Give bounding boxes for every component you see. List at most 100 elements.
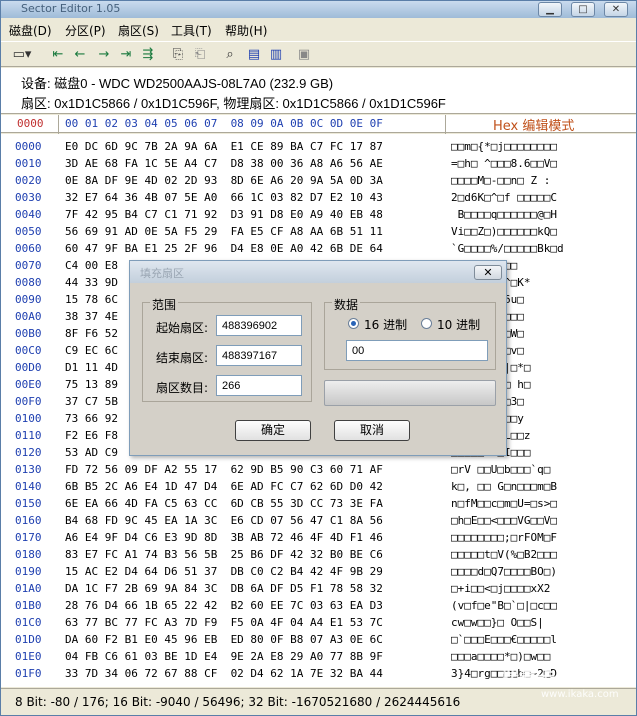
ascii-row[interactable]: =□h□ ^□□□8.6□□V□ [451,155,564,172]
radio-hex[interactable] [348,318,359,329]
ascii-row[interactable]: □`□□□E□□□€□□□□□l [451,631,564,648]
offset-row: 01B0 [15,599,42,612]
hex-row[interactable]: FD 72 56 09 DF A2 55 17 62 9D B5 90 C3 6… [65,461,383,478]
menu-tools[interactable]: 工具(T) [171,22,212,39]
device-info: 设备: 磁盘0 - WDC WD2500AAJS-08L7A0 (232.9 G… [1,68,636,114]
offset-row: 0190 [15,565,42,578]
copy-icon[interactable]: ⎘ [169,46,187,64]
header-mode: Hex 编辑模式 [493,119,575,134]
ascii-row[interactable]: □□□□□t□V(%□B2□□□ [451,546,564,563]
offset-row: 00B0 [15,327,42,340]
offset-row: 0110 [15,429,42,442]
dialog-title-bar: 填充扇区 ✕ [130,261,506,283]
hex-row[interactable]: 32 E7 64 36 4B 07 5E A0 66 1C 03 82 D7 E… [65,189,383,206]
first-icon[interactable]: ⇤ [49,46,67,64]
start-sector-input[interactable]: 488396902 [216,315,302,336]
ascii-row[interactable]: □+i□□<□j□□□□xX2 [451,580,564,597]
ascii-row[interactable]: Vi□□Z□)□□□□□□kQ□ [451,223,564,240]
toolbar: ▭▾ ⇤ ← → ⇥ ⇶ ⎘ ⎗ ⌕ ▤ ▥ ▣ [1,41,636,67]
sector-count-input[interactable]: 266 [216,375,302,396]
ascii-row[interactable]: □□□□M□-□□n□ Z : [451,172,564,189]
hex-row[interactable]: 33 7D 34 06 72 67 88 CF 02 D4 62 1A 7E 3… [65,665,383,682]
offset-row: 0030 [15,191,42,204]
offset-row: 0000 [15,140,42,153]
export-icon[interactable]: ▥ [267,46,285,64]
ascii-row[interactable]: □h□E□□<□□□VG□□V□ [451,512,564,529]
ascii-row[interactable]: k□, □□ G□n□□□m□B [451,478,564,495]
ascii-row[interactable]: □□□□d□Q7□□□□BO□) [451,563,564,580]
offset-row: 0090 [15,293,42,306]
hex-row[interactable]: 63 77 BC 77 FC A3 7D F9 F5 0A 4F 04 A4 E… [65,614,383,631]
menu-sector[interactable]: 扇区(S) [118,22,159,39]
hex-row[interactable]: 04 FB C6 61 03 BE 1D E4 9E 2A E8 29 A0 7… [65,648,383,665]
title-bar: Sector Editor 1.05 ▁ □ ✕ [1,1,636,18]
hex-row[interactable]: B4 68 FD 9C 45 EA 1A 3C E6 CD 07 56 47 C… [65,512,383,529]
start-sector-label: 起始扇区: [156,321,209,335]
menu-bar: 磁盘(D) 分区(P) 扇区(S) 工具(T) 帮助(H) [1,19,636,39]
hex-row[interactable]: 60 47 9F BA E1 25 2F 96 D4 E8 0E A0 42 6… [65,240,383,257]
menu-disk[interactable]: 磁盘(D) [9,22,52,39]
offset-row: 0140 [15,480,42,493]
hex-row[interactable]: 6E EA 66 4D FA C5 63 CC 6D CB 55 3D CC 7… [65,495,383,512]
ascii-row[interactable]: 2□d6K□^□f □□□□□C [451,189,564,206]
offset-row: 00E0 [15,378,42,391]
drive-icon[interactable]: ▭▾ [7,46,37,64]
ascii-row[interactable]: □□m□{*□j□□□□□□□□ [451,138,564,155]
sector-line: 扇区: 0x1D1C5866 / 0x1D1C596F, 物理扇区: 0x1D1… [21,96,446,111]
hex-row[interactable]: E0 DC 6D 9C 7B 2A 9A 6A E1 CE 89 BA C7 F… [65,138,383,155]
end-sector-input[interactable]: 488397167 [216,345,302,366]
menu-help[interactable]: 帮助(H) [225,22,267,39]
offset-row: 00C0 [15,344,42,357]
ascii-row[interactable]: cw□w□□}□ O□□S| [451,614,564,631]
hex-row[interactable]: DA 1C F7 2B 69 9A 84 3C DB 6A DF D5 F1 7… [65,580,383,597]
hex-row[interactable]: 6B B5 2C A6 E4 1D 47 D4 6E AD FC C7 62 6… [65,478,383,495]
prev-icon[interactable]: ← [71,46,89,64]
save-icon[interactable]: ▣ [295,46,313,64]
maximize-button[interactable]: □ [571,2,595,17]
offset-row: 0170 [15,531,42,544]
hex-header: 0000 00 01 02 03 04 05 06 07 08 09 0A 0B… [1,115,636,134]
dialog-title: 填充扇区 [140,267,184,280]
next-icon[interactable]: → [95,46,113,64]
fill-icon[interactable]: ▤ [245,46,263,64]
ascii-row[interactable]: `G□□□□%/□□□□□Bk□d [451,240,564,257]
search-icon[interactable]: ⌕ [221,46,239,64]
offset-column: 0000 0010 0020 0030 0040 0050 0060 0070 0080 0090… [15,138,42,682]
offset-row: 0070 [15,259,42,272]
hex-row[interactable]: 0E 8A DF 9E 4D 02 2D 93 8D 6E A6 20 9A 5… [65,172,383,189]
paste-icon[interactable]: ⎗ [191,46,209,64]
offset-row: 0010 [15,157,42,170]
hex-row[interactable]: 83 E7 FC A1 74 B3 56 5B 25 B6 DF 42 32 B… [65,546,383,563]
offset-row: 0060 [15,242,42,255]
hex-row[interactable]: 56 69 91 AD 0E 5A F5 29 FA E5 CF A8 AA 6… [65,223,383,240]
ascii-row[interactable]: n□fM□□c□m□U=□s>□ [451,495,564,512]
goto-icon[interactable]: ⇶ [139,46,157,64]
ok-button[interactable]: 确定 [235,420,311,441]
offset-row: 0120 [15,446,42,459]
ascii-row[interactable]: □□□□□□□□;□rFOM□F [451,529,564,546]
radio-dec[interactable] [421,318,432,329]
offset-row: 0150 [15,497,42,510]
ascii-row[interactable]: □□□a□□□□*□)□w□□ [451,648,564,665]
header-columns: 00 01 02 03 04 05 06 07 08 09 0A 0B 0C 0… [65,117,383,130]
ascii-row[interactable]: (v□f□e"B□`□|□c□□ [451,597,564,614]
hex-row[interactable]: DA 60 F2 B1 E0 45 96 EB ED 80 0F B8 07 A… [65,631,383,648]
hex-row[interactable]: A6 E4 9F D4 C6 E3 9D 8D 3B AB 72 46 4F 4… [65,529,383,546]
dialog-close-button[interactable]: ✕ [474,265,502,280]
minimize-button[interactable]: ▁ [538,2,562,17]
offset-row: 0020 [15,174,42,187]
ascii-row[interactable]: B□□□□q□□□□□□@□H [451,206,564,223]
offset-row: 0130 [15,463,42,476]
hex-row[interactable]: 15 AC E2 D4 64 D6 51 37 DB C0 C2 B4 42 4… [65,563,383,580]
hex-row[interactable]: 28 76 D4 66 1B 65 22 42 B2 60 EE 7C 03 6… [65,597,383,614]
hex-row[interactable]: 7F 42 95 B4 C7 C1 71 92 D3 91 D8 E0 A9 4… [65,206,383,223]
close-button[interactable]: ✕ [604,2,628,17]
fill-data-input[interactable]: 00 [346,340,488,361]
offset-row: 0040 [15,208,42,221]
offset-row: 01D0 [15,633,42,646]
ascii-row[interactable]: □rV □□U□b□□□`q□ [451,461,564,478]
menu-partition[interactable]: 分区(P) [65,22,106,39]
hex-row[interactable]: 3D AE 68 FA 1C 5E A4 C7 D8 38 00 36 A8 A… [65,155,383,172]
last-icon[interactable]: ⇥ [117,46,135,64]
cancel-button[interactable]: 取消 [334,420,410,441]
